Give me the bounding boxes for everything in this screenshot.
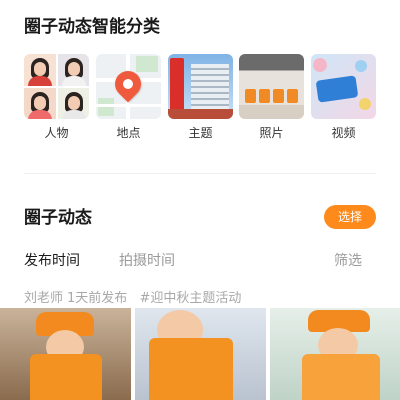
category-photo[interactable]: 照片: [239, 54, 304, 144]
section-divider: [24, 173, 376, 174]
tab-capture-time[interactable]: 拍摄时间: [119, 250, 175, 270]
category-label: 人物: [44, 126, 69, 140]
select-button[interactable]: 选择: [324, 205, 376, 229]
post-meta: 刘老师 1天前发布 #迎中秋主题活动: [24, 287, 245, 306]
category-theme[interactable]: 主题: [168, 54, 233, 144]
category-video[interactable]: 视频: [311, 54, 376, 144]
theme-thumbnail: [168, 54, 233, 119]
feed-title: 圈子动态: [24, 208, 92, 228]
category-person[interactable]: 人物: [24, 54, 89, 144]
sort-tabs: 发布时间 拍摄时间 筛选: [24, 250, 376, 270]
person-thumbnail: [24, 54, 89, 119]
post-tag[interactable]: #迎中秋主题活动: [139, 291, 241, 306]
post-image[interactable]: [0, 308, 131, 400]
category-label: 视频: [331, 126, 356, 140]
category-location[interactable]: 地点: [96, 54, 161, 144]
post-time: 1天前发布: [67, 291, 128, 306]
tab-filter[interactable]: 筛选: [334, 250, 362, 270]
photo-thumbnail: [239, 54, 304, 119]
tab-publish-time[interactable]: 发布时间: [24, 250, 80, 270]
category-label: 主题: [188, 126, 213, 140]
video-thumbnail: [311, 54, 376, 119]
map-thumbnail: [96, 54, 161, 119]
smart-category-title: 圈子动态智能分类: [24, 17, 160, 37]
post-image[interactable]: [135, 308, 266, 400]
category-label: 地点: [116, 126, 141, 140]
post-image[interactable]: [270, 308, 400, 400]
post-image-grid: [0, 308, 400, 400]
category-label: 照片: [259, 126, 284, 140]
smart-category-list: 人物 地点 主题 照片 视频: [24, 54, 376, 144]
post-author[interactable]: 刘老师: [24, 291, 63, 306]
